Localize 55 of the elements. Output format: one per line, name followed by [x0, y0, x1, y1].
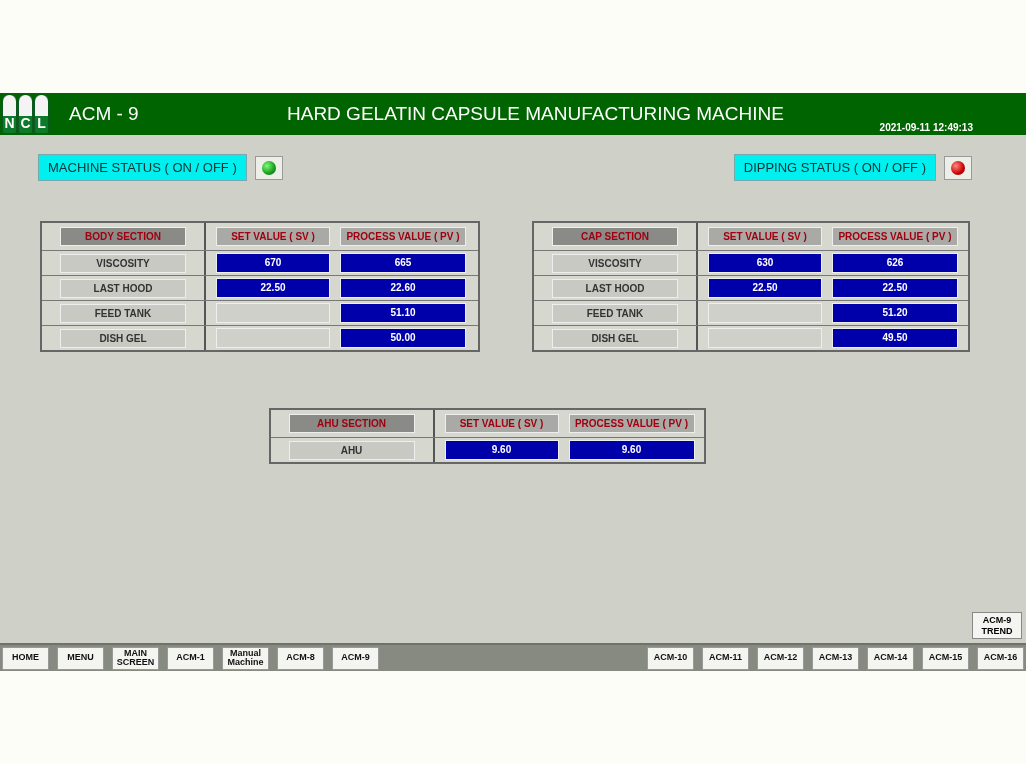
column-header: SET VALUE ( SV ) [444, 414, 559, 433]
nav-button[interactable]: ACM-12 [757, 646, 804, 670]
nav-button[interactable]: ACM-9 [332, 646, 379, 670]
column-header: SET VALUE ( SV ) [708, 227, 822, 246]
parameter-label: AHU [288, 440, 415, 460]
process-value-display: 665 [340, 253, 466, 273]
process-value-display: 50.00 [340, 328, 466, 348]
process-value-display: 9.60 [568, 440, 695, 460]
column-header: PROCESS VALUE ( PV ) [568, 414, 695, 433]
logo-capsule: L [34, 94, 49, 134]
nav-button[interactable]: ACM-1 [167, 646, 214, 670]
parameter-label: LAST HOOD [60, 278, 186, 298]
section-title: BODY SECTION [60, 227, 186, 246]
date-time: 2021-09-11 12:49:13 [879, 122, 973, 133]
parameter-label: DISH GEL [552, 328, 678, 348]
column-header: PROCESS VALUE ( PV ) [832, 227, 958, 246]
nav-button[interactable]: ACM-11 [702, 646, 749, 670]
nav-button[interactable]: MENU [57, 646, 104, 670]
process-value-display: 22.50 [832, 278, 958, 298]
column-header: PROCESS VALUE ( PV ) [340, 227, 466, 246]
parameter-label: VISCOSITY [552, 253, 678, 273]
nav-button[interactable]: ACM-16 [977, 646, 1024, 670]
nav-button[interactable]: ACM-8 [277, 646, 324, 670]
set-value-field[interactable]: 630 [708, 253, 822, 273]
status-label: DIPPING STATUS ( ON / OFF ) [733, 154, 936, 181]
set-value-field[interactable]: 22.50 [708, 278, 822, 298]
machine-name: ACM - 9 [69, 103, 140, 125]
nav-button[interactable]: ACM-14 [867, 646, 914, 670]
process-value-display: 51.20 [832, 303, 958, 323]
nav-button[interactable]: HOME [2, 646, 49, 670]
process-value-display: 49.50 [832, 328, 958, 348]
parameter-label: DISH GEL [60, 328, 186, 348]
set-value-field[interactable]: 22.50 [216, 278, 330, 298]
process-value-display: 51.10 [340, 303, 466, 323]
nav-button[interactable]: Manual Machine [222, 646, 269, 670]
process-value-display: 626 [832, 253, 958, 273]
trend-button[interactable]: ACM-9 TREND [972, 612, 1022, 639]
parameter-label: FEED TANK [552, 303, 678, 323]
set-value-field[interactable]: 9.60 [444, 440, 559, 460]
screen-title: HARD GELATIN CAPSULE MANUFACTURING MACHINE [287, 103, 784, 125]
process-value-display: 22.60 [340, 278, 466, 298]
parameter-label: FEED TANK [60, 303, 186, 323]
nav-button[interactable]: ACM-13 [812, 646, 859, 670]
parameter-label: LAST HOOD [552, 278, 678, 298]
section-title: CAP SECTION [552, 227, 678, 246]
status-label: MACHINE STATUS ( ON / OFF ) [38, 154, 247, 181]
nav-button[interactable]: MAIN SCREEN [112, 646, 159, 670]
section-title: AHU SECTION [288, 414, 415, 433]
nav-button[interactable]: ACM-10 [647, 646, 694, 670]
set-value-field[interactable]: 670 [216, 253, 330, 273]
logo-capsule: N [2, 94, 17, 134]
parameter-label: VISCOSITY [60, 253, 186, 273]
logo-capsule: C [18, 94, 33, 134]
nav-button[interactable]: ACM-15 [922, 646, 969, 670]
column-header: SET VALUE ( SV ) [216, 227, 330, 246]
